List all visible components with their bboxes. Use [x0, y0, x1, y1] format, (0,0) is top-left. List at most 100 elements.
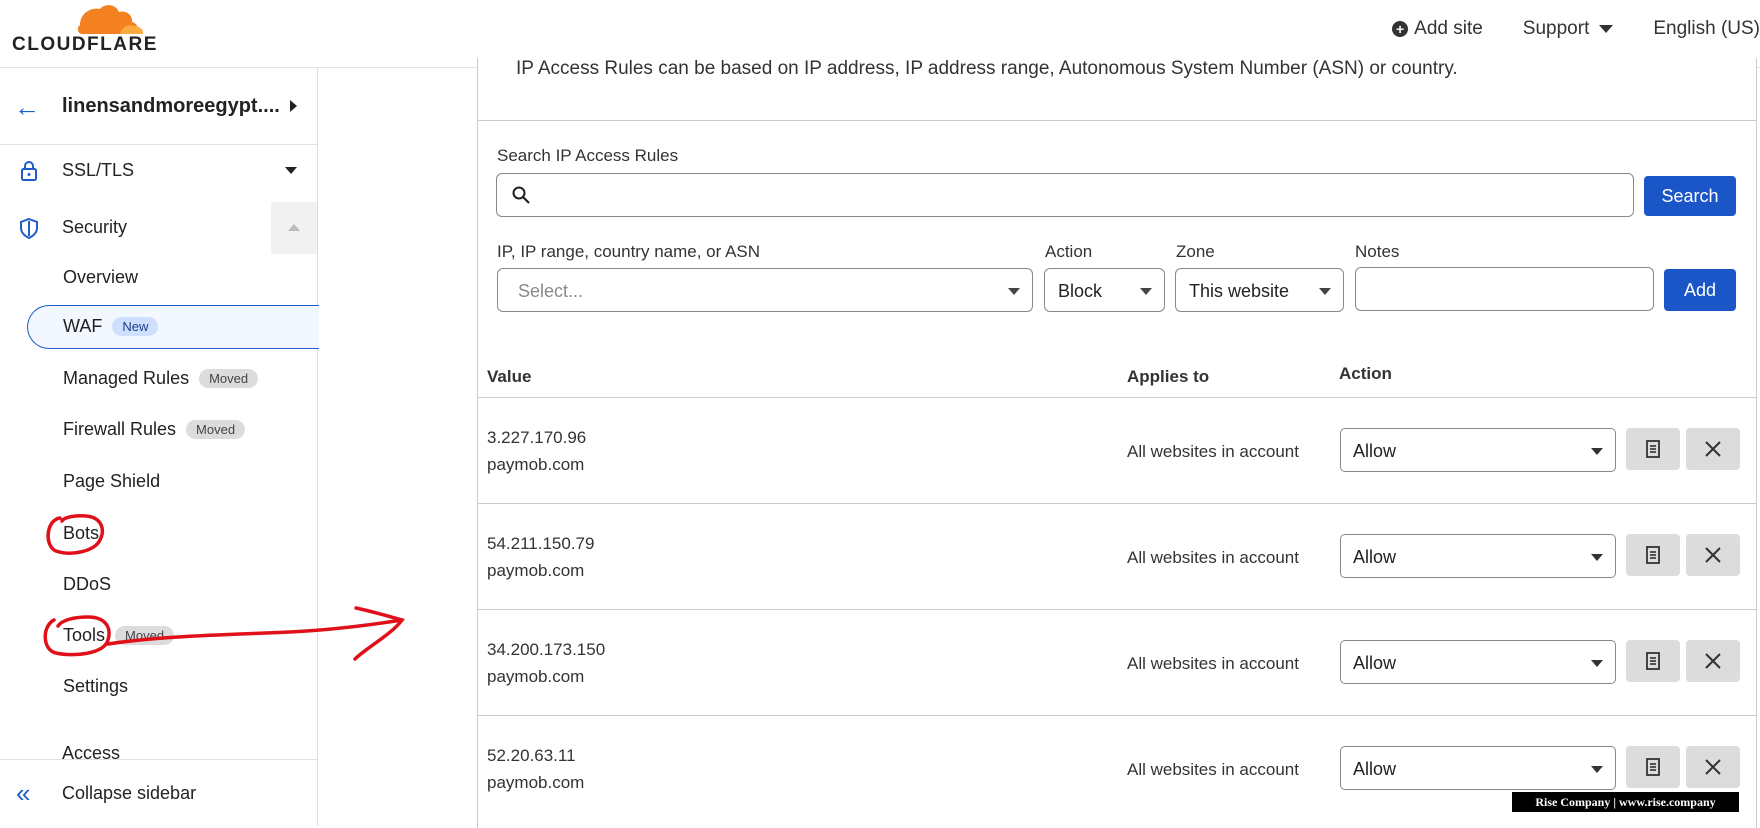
column-header-action: Action — [1339, 364, 1392, 383]
chevron-down-icon — [1008, 288, 1020, 295]
zone-value: This website — [1189, 281, 1290, 301]
search-button[interactable]: Search — [1644, 176, 1736, 216]
close-icon — [1705, 441, 1721, 457]
rule-action-value: Allow — [1353, 547, 1397, 567]
value-select[interactable]: Select... — [497, 268, 1033, 312]
subitem-label: Page Shield — [63, 471, 161, 491]
sidebar-subitem-page-shield[interactable]: Page Shield — [63, 471, 160, 492]
annotation-arrowhead — [353, 606, 405, 661]
plus-circle-icon: + — [1392, 21, 1409, 37]
sidebar-subitem-waf[interactable]: WAF New — [63, 316, 159, 337]
sidebar-item-security[interactable]: Security — [0, 203, 317, 253]
zone-select[interactable]: This website — [1175, 268, 1344, 312]
collapse-sidebar-label: Collapse sidebar — [62, 783, 197, 803]
zone-label: Zone — [1176, 242, 1215, 261]
subitem-label: WAF — [63, 316, 103, 336]
chevron-right-icon — [290, 100, 297, 112]
sidebar-item-ssl-tls[interactable]: SSL/TLS — [0, 146, 317, 196]
search-input[interactable] — [541, 180, 1625, 212]
subitem-label: DDoS — [63, 574, 112, 594]
sidebar-subitem-firewall-rules[interactable]: Firewall Rules Moved — [63, 419, 246, 440]
sidebar-subitem-bots[interactable]: Bots — [63, 523, 99, 544]
action-value: Block — [1058, 281, 1103, 301]
document-icon — [1646, 758, 1660, 776]
rule-note: paymob.com — [487, 455, 585, 474]
rule-ip: 54.211.150.79 — [487, 534, 595, 553]
add-site-button[interactable]: + Add site — [1392, 18, 1483, 40]
rule-action-value: Allow — [1353, 759, 1397, 779]
subitem-label: Settings — [63, 676, 129, 696]
column-header-value: Value — [487, 367, 532, 386]
chevron-down-icon — [1591, 766, 1603, 773]
support-menu[interactable]: Support — [1523, 18, 1614, 40]
intro-text: IP Access Rules can be based on IP addre… — [516, 58, 1458, 79]
collapse-sidebar-button[interactable]: « Collapse sidebar — [0, 759, 317, 827]
document-icon — [1646, 546, 1660, 564]
rule-applies-to: All websites in account — [1127, 654, 1299, 673]
edit-notes-button[interactable] — [1626, 746, 1680, 788]
search-box — [496, 173, 1634, 217]
rule-action-select[interactable]: Allow — [1340, 428, 1616, 472]
edit-notes-button[interactable] — [1626, 534, 1680, 576]
delete-rule-button[interactable] — [1686, 640, 1740, 682]
document-icon — [1646, 652, 1660, 670]
search-icon — [512, 186, 530, 204]
edit-notes-button[interactable] — [1626, 428, 1680, 470]
chevron-down-icon — [1591, 448, 1603, 455]
notes-input[interactable] — [1355, 267, 1654, 311]
search-label: Search IP Access Rules — [497, 146, 679, 165]
site-selector[interactable]: ← linensandmoreegypt.... — [0, 68, 317, 145]
sidebar-subitem-ddos[interactable]: DDoS — [63, 574, 111, 595]
close-icon — [1705, 547, 1721, 563]
delete-rule-button[interactable] — [1686, 428, 1740, 470]
security-collapse-toggle[interactable] — [271, 202, 317, 254]
notes-label: Notes — [1355, 242, 1400, 261]
chevron-down-icon — [1319, 288, 1331, 295]
edit-notes-button[interactable] — [1626, 640, 1680, 682]
close-icon — [1705, 653, 1721, 669]
rule-applies-to: All websites in account — [1127, 760, 1299, 779]
delete-rule-button[interactable] — [1686, 746, 1740, 788]
sidebar-item-label: SSL/TLS — [62, 160, 135, 180]
sidebar-subitem-managed-rules[interactable]: Managed Rules Moved — [63, 368, 259, 389]
rule-note: paymob.com — [487, 667, 585, 686]
rule-action-select[interactable]: Allow — [1340, 640, 1616, 684]
subitem-label: Overview — [63, 267, 139, 287]
table-row: 3.227.170.96 paymob.com All websites in … — [478, 397, 1756, 503]
close-icon — [1705, 759, 1721, 775]
ip-access-rules-card: IP Access Rules can be based on IP addre… — [477, 58, 1757, 828]
subitem-label: Firewall Rules — [63, 419, 177, 439]
new-badge: New — [112, 317, 159, 336]
cloudflare-logo[interactable]: CLOUDFLARE — [12, 2, 162, 62]
chevron-up-icon — [288, 224, 300, 231]
rule-applies-to: All websites in account — [1127, 548, 1299, 567]
support-label: Support — [1522, 18, 1590, 39]
subitem-label: Bots — [63, 523, 100, 543]
action-select[interactable]: Block — [1044, 268, 1165, 312]
sidebar: ← linensandmoreegypt.... SSL/TLS Securit… — [0, 68, 319, 827]
rule-action-value: Allow — [1353, 653, 1397, 673]
subitem-label: Tools — [63, 625, 106, 645]
sidebar-subitem-settings[interactable]: Settings — [63, 676, 128, 697]
caret-down-icon — [1599, 25, 1614, 33]
back-arrow-icon[interactable]: ← — [14, 94, 40, 120]
add-button[interactable]: Add — [1664, 269, 1736, 311]
delete-rule-button[interactable] — [1686, 534, 1740, 576]
rule-note: paymob.com — [487, 773, 585, 792]
language-menu[interactable]: English (US) — [1653, 18, 1760, 40]
chevron-down-icon — [1591, 554, 1603, 561]
chevron-down-icon — [285, 167, 297, 174]
top-nav: + Add site Support English (US) — [1392, 0, 1760, 58]
rule-ip: 3.227.170.96 — [487, 428, 587, 447]
chevron-down-icon — [1140, 288, 1152, 295]
document-icon — [1646, 440, 1660, 458]
divider — [478, 120, 1756, 121]
moved-badge: Moved — [115, 626, 175, 645]
sidebar-subitem-tools[interactable]: Tools Moved — [63, 625, 175, 646]
rule-ip: 52.20.63.11 — [487, 746, 576, 765]
value-label: IP, IP range, country name, or ASN — [497, 242, 761, 261]
rule-action-select[interactable]: Allow — [1340, 534, 1616, 578]
rule-action-select[interactable]: Allow — [1340, 746, 1616, 790]
sidebar-subitem-overview[interactable]: Overview — [63, 267, 138, 288]
subitem-label: Managed Rules — [63, 368, 190, 388]
